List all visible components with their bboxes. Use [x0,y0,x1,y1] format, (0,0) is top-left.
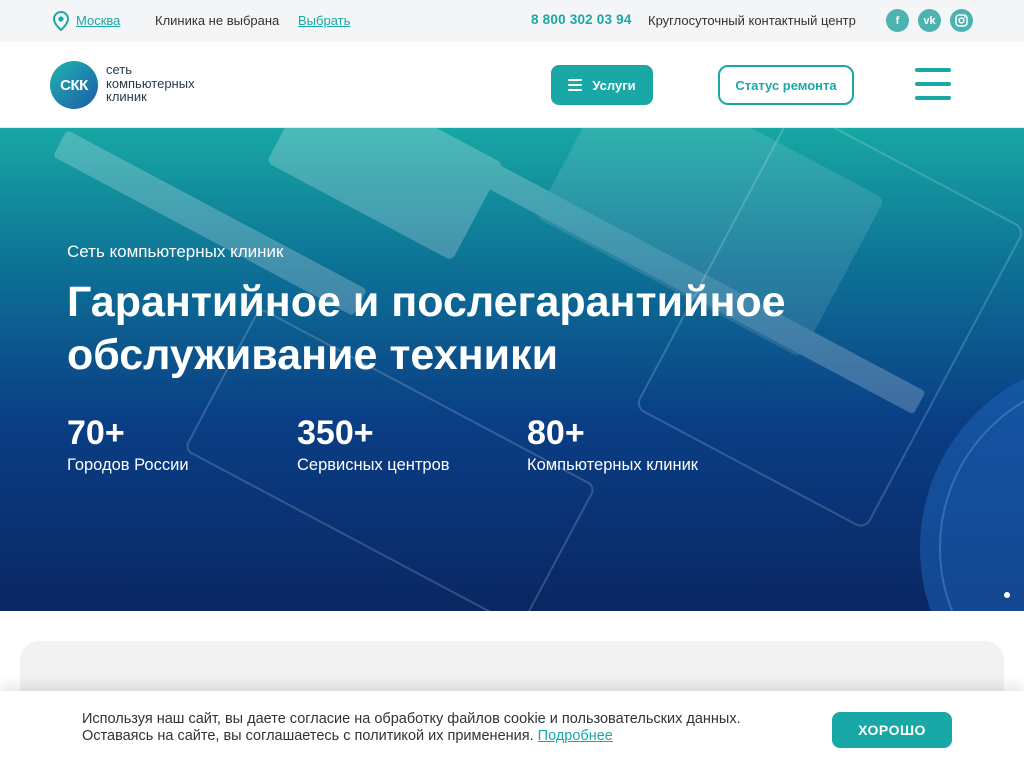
stat-label: Компьютерных клиник [527,456,699,474]
stat-label: Сервисных центров [297,456,450,474]
cookie-banner: Используя наш сайт, вы даете согласие на… [0,691,1024,768]
logo-line-2: компьютерных [106,75,195,91]
cookie-ok-button[interactable]: ХОРОШО [832,712,952,748]
logo-line-3: клиник [106,89,147,104]
facebook-icon[interactable]: f [886,9,909,32]
stat-service-centers: 350+ Сервисных центров [297,413,450,475]
logo-text[interactable]: сеть компьютерных клиник [106,63,195,104]
stat-value: 350+ [297,414,374,452]
top-bar: Москва Клиника не выбрана Выбрать 8 800 … [0,0,1024,42]
cookie-line-1: Используя наш сайт, вы даете согласие на… [82,711,741,727]
stat-clinics: 80+ Компьютерных клиник [527,413,698,475]
location-pin-icon [52,11,70,31]
cookie-details-link[interactable]: Подробнее [538,728,613,744]
logo-line-1: сеть [106,62,133,77]
cookie-line-2: Оставаясь на сайте, вы соглашаетесь с по… [82,728,534,744]
stat-cities: 70+ Городов России [67,413,189,475]
stat-label: Городов России [67,456,189,474]
hero-subtitle: Сеть компьютерных клиник [67,242,284,261]
services-label: Услуги [592,77,636,93]
vk-icon[interactable]: vk [918,9,941,32]
instagram-icon[interactable] [950,9,973,32]
clinic-status: Клиника не выбрана [155,13,280,28]
repair-status-button[interactable]: Статус ремонта [718,65,854,105]
hamburger-menu-icon[interactable] [915,68,951,100]
city-link[interactable]: Москва [76,13,120,28]
contact-center-label: Круглосуточный контактный центр [648,13,856,28]
stat-value: 80+ [527,414,585,452]
site-header: СКК сеть компьютерных клиник Услуги Стат… [0,42,1024,128]
slider-dot[interactable] [1004,592,1010,598]
cookie-text: Используя наш сайт, вы даете согласие на… [82,711,822,745]
instagram-glyph-icon [955,14,968,27]
logo-icon[interactable]: СКК [50,61,98,109]
choose-clinic-link[interactable]: Выбрать [298,13,350,28]
hero-title: Гарантийное и послегарантийное обслужива… [67,278,786,379]
phone-number[interactable]: 8 800 302 03 94 [531,12,632,27]
menu-icon [568,79,583,91]
hero-banner: Сеть компьютерных клиник Гарантийное и п… [0,128,1024,611]
services-button[interactable]: Услуги [551,65,653,105]
stat-value: 70+ [67,414,125,452]
